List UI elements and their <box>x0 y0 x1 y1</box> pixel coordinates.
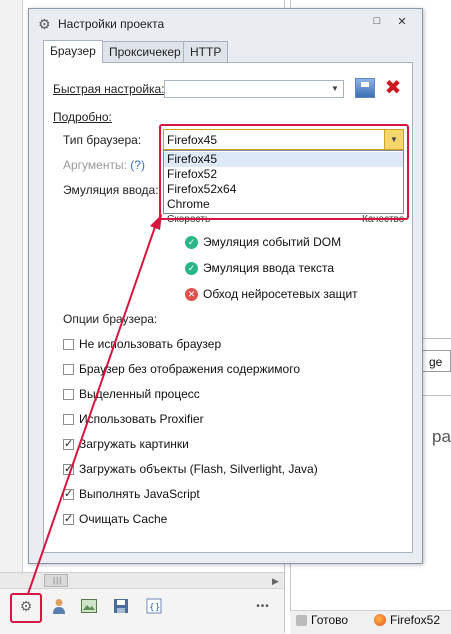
tab-browser[interactable]: Браузер <box>43 40 103 63</box>
annotation-arrow <box>27 214 162 595</box>
